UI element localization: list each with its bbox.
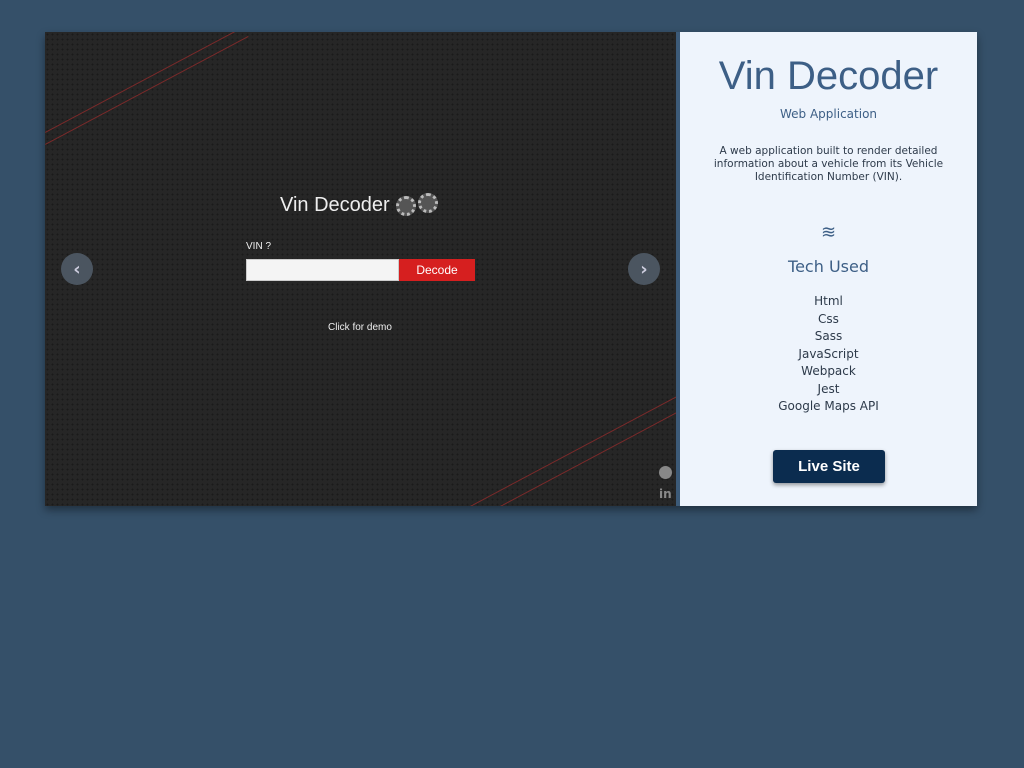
project-description: A web application built to render detail… <box>713 145 944 183</box>
chevron-left-icon: ‹ <box>73 258 81 280</box>
project-title: Vin Decoder <box>718 54 939 98</box>
tech-item: Css <box>818 311 839 326</box>
decor-line <box>45 32 249 133</box>
tech-item: JavaScript <box>798 346 859 361</box>
layers-icon: ≋ <box>820 222 837 243</box>
decor-line <box>470 393 676 506</box>
tech-item: Google Maps API <box>778 399 879 413</box>
github-icon[interactable] <box>659 466 672 479</box>
gear-icon <box>395 195 416 216</box>
tech-item: Webpack <box>801 364 856 378</box>
tech-list: Html Css Sass JavaScript Webpack Jest Go… <box>680 293 977 416</box>
vin-input[interactable] <box>246 259 399 281</box>
next-arrow-button[interactable]: › <box>628 253 660 285</box>
app-title: Vin Decoder <box>280 192 438 217</box>
project-subtitle: Web Application <box>779 107 878 121</box>
demo-link[interactable]: Click for demo <box>328 322 392 333</box>
tech-item: Sass <box>814 329 843 343</box>
decode-button[interactable]: Decode <box>399 259 475 281</box>
decor-line <box>45 36 249 145</box>
chevron-right-icon: › <box>640 258 648 280</box>
app-title-text: Vin Decoder <box>280 194 390 216</box>
gear-icon <box>417 192 438 213</box>
tech-item: Jest <box>817 381 840 396</box>
project-card: Vin Decoder VIN ? Decode Click for demo … <box>45 32 977 506</box>
live-site-button[interactable]: Live Site <box>773 450 885 483</box>
info-panel: Vin Decoder Web Application A web applic… <box>680 32 977 506</box>
linkedin-icon[interactable]: in <box>659 487 672 501</box>
tech-heading: Tech Used <box>788 257 869 276</box>
prev-arrow-button[interactable]: ‹ <box>61 253 93 285</box>
vin-label: VIN ? <box>246 241 272 252</box>
tech-item: Html <box>814 294 843 308</box>
project-screenshot: Vin Decoder VIN ? Decode Click for demo … <box>45 32 676 506</box>
